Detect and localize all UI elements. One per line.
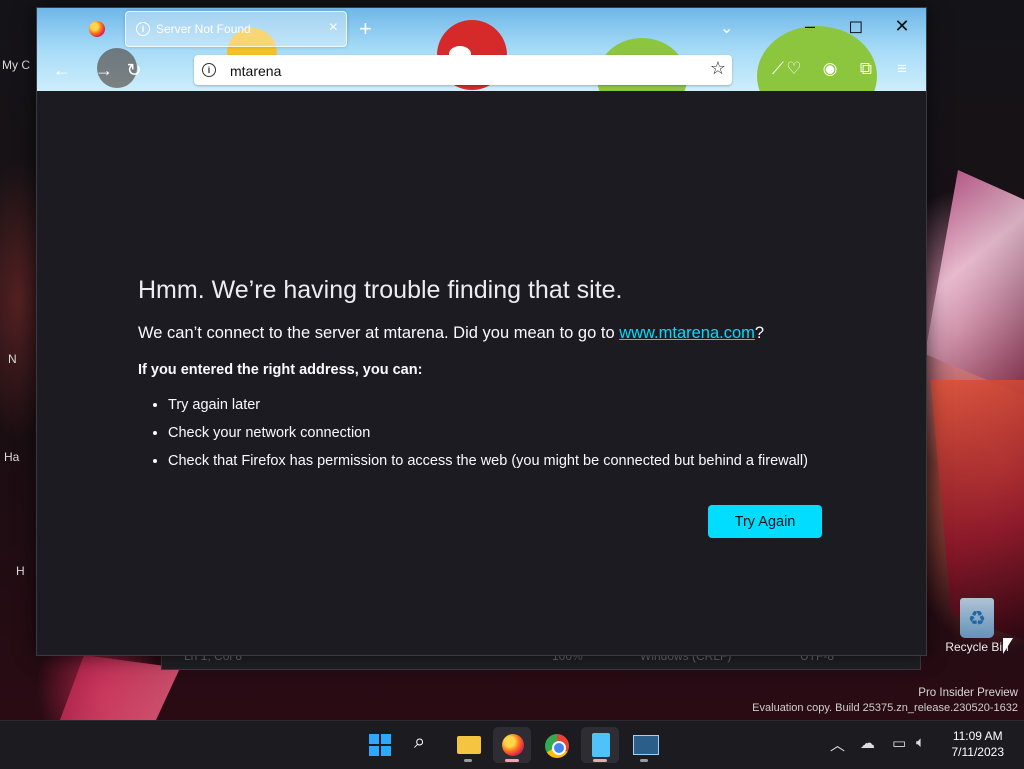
- suggestions-list: Try again later Check your network conne…: [138, 391, 808, 475]
- watermark-line2: Evaluation copy. Build 25375.zn_release.…: [752, 702, 1018, 714]
- page-title: Hmm. We’re having trouble finding that s…: [138, 276, 623, 304]
- suggestions-heading: If you entered the right address, you ca…: [138, 362, 423, 378]
- taskbar-search-button[interactable]: ⌕: [405, 727, 443, 763]
- desktop-label: Ha: [4, 450, 20, 464]
- taskbar-task-manager[interactable]: [625, 727, 663, 763]
- show-hidden-icons-chevron-icon[interactable]: ︿: [830, 734, 845, 755]
- watermark-line1: Pro Insider Preview: [918, 687, 1018, 699]
- list-item: Check that Firefox has permission to acc…: [168, 447, 808, 475]
- extensions-icon[interactable]: ⧉: [855, 59, 877, 79]
- info-icon: i: [136, 22, 150, 36]
- search-icon: ⌕: [414, 731, 426, 753]
- minimize-icon[interactable]: –: [795, 16, 825, 37]
- network-icon[interactable]: ▭: [892, 734, 906, 752]
- volume-icon[interactable]: 🔈︎: [916, 734, 925, 751]
- maximize-icon[interactable]: ◻: [841, 16, 871, 37]
- close-window-icon[interactable]: ✕: [887, 16, 917, 37]
- suggested-site-link[interactable]: www.mtarena.com: [619, 324, 755, 342]
- mouse-cursor: [1003, 638, 1013, 654]
- clock-time: 11:09 AM: [952, 729, 1003, 743]
- taskbar-firefox[interactable]: [493, 727, 531, 763]
- task-manager-icon: [633, 735, 659, 755]
- wallpaper-shard: [925, 170, 1024, 400]
- tab-title: Server Not Found: [156, 22, 251, 36]
- folder-icon: [457, 736, 481, 754]
- browser-chrome: i Server Not Found × + ⌄ – ◻ ✕ ← → ↻ i ☆…: [37, 8, 926, 91]
- desktop-label: N: [8, 352, 17, 366]
- description-suffix: ?: [754, 324, 765, 342]
- back-arrow-icon[interactable]: ←: [51, 60, 73, 81]
- menu-hamburger-icon[interactable]: ≡: [891, 59, 913, 79]
- url-input[interactable]: [228, 59, 672, 83]
- desktop-label: My C: [2, 58, 30, 72]
- firefox-icon: [502, 734, 524, 756]
- taskbar-notepad[interactable]: [581, 727, 619, 763]
- taskbar-file-explorer[interactable]: [449, 727, 487, 763]
- pocket-icon[interactable]: ♡: [783, 59, 805, 79]
- new-tab-button[interactable]: +: [359, 16, 372, 42]
- notepad-icon: [592, 733, 610, 757]
- tab-server-not-found[interactable]: i Server Not Found ×: [125, 11, 347, 47]
- forward-arrow-icon[interactable]: →: [93, 60, 115, 81]
- bookmark-star-icon[interactable]: ☆: [710, 58, 726, 79]
- reload-icon[interactable]: ↻: [123, 60, 145, 81]
- onedrive-icon[interactable]: ☁: [860, 734, 875, 752]
- tab-strip: i Server Not Found × + ⌄ – ◻ ✕: [37, 8, 926, 50]
- account-icon[interactable]: ◉: [819, 59, 841, 79]
- error-page: Hmm. We’re having trouble finding that s…: [37, 91, 926, 655]
- system-clock[interactable]: 11:09 AM 7/11/2023: [952, 728, 1005, 760]
- taskbar: ⌕ ︿ ☁ ▭ 🔈︎ 11:09 AM 7/11/2023: [0, 720, 1024, 769]
- recycle-bin-icon: [960, 598, 994, 638]
- windows-watermark: Pro Insider Preview Evaluation copy. Bui…: [752, 686, 1018, 716]
- error-description: We can’t connect to the server at mtaren…: [138, 324, 764, 343]
- try-again-button[interactable]: Try Again: [708, 505, 822, 538]
- navigation-toolbar: ← → ↻ i ☆ ⟋ ♡ ◉ ⧉ ≡: [37, 50, 926, 91]
- description-text: We can’t connect to the server at mtaren…: [138, 324, 620, 342]
- taskbar-chrome[interactable]: [537, 727, 575, 763]
- desktop-label: H: [16, 564, 25, 578]
- windows-logo-icon: [369, 734, 391, 756]
- list-item: Try again later: [168, 391, 808, 419]
- list-item: Check your network connection: [168, 419, 808, 447]
- address-bar[interactable]: i ☆: [194, 55, 732, 85]
- firefox-window: i Server Not Found × + ⌄ – ◻ ✕ ← → ↻ i ☆…: [36, 7, 927, 656]
- close-tab-icon[interactable]: ×: [329, 19, 338, 37]
- start-button[interactable]: [361, 727, 399, 763]
- recycle-bin-label: Recycle Bin: [945, 640, 1009, 654]
- site-info-icon[interactable]: i: [202, 63, 216, 77]
- clock-date: 7/11/2023: [951, 745, 1005, 759]
- list-all-tabs-chevron-icon[interactable]: ⌄: [720, 18, 733, 38]
- recycle-bin-shortcut[interactable]: Recycle Bin: [942, 594, 1012, 664]
- firefox-view-icon[interactable]: [89, 21, 105, 37]
